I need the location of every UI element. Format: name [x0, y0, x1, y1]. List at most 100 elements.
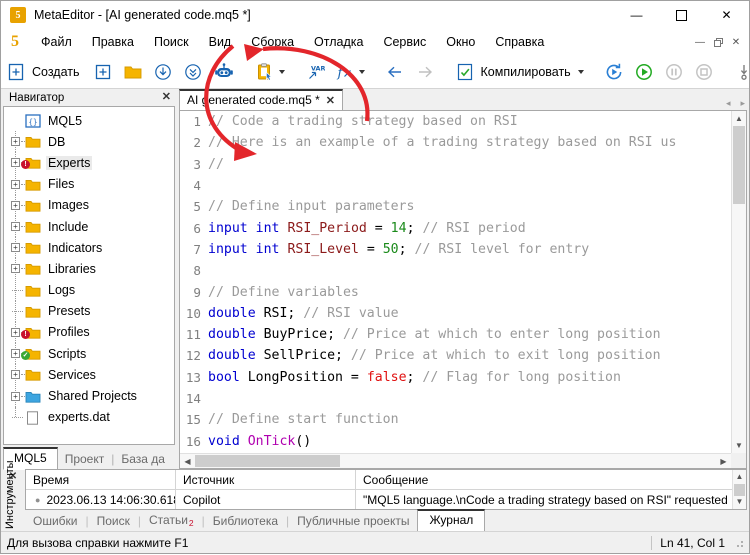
scroll-right-icon[interactable]: ▶ — [716, 454, 731, 469]
tree-item-include[interactable]: +Include — [4, 216, 174, 237]
code-line[interactable]: 6input int RSI_Period = 14; // RSI perio… — [180, 217, 731, 238]
column-header-time[interactable]: Время — [26, 470, 176, 490]
forward-button[interactable] — [411, 58, 439, 86]
expand-icon[interactable]: + — [11, 328, 20, 337]
scroll-down-icon[interactable]: ▼ — [732, 438, 746, 453]
editor-tab-ai-generated-code[interactable]: AI generated code.mq5 * ✕ — [179, 89, 343, 110]
expand-icon[interactable]: + — [11, 137, 20, 146]
journal-scroll-up-icon[interactable]: ▲ — [733, 470, 746, 484]
tree-item-db[interactable]: +DB — [4, 131, 174, 152]
tab-errors[interactable]: Ошибки — [25, 512, 86, 531]
journal-grid[interactable]: Время Источник Сообщение ●2023.06.13 14:… — [25, 469, 747, 510]
code-line[interactable]: 14 — [180, 388, 731, 409]
new-button[interactable] — [89, 58, 117, 86]
navigator-close-icon[interactable]: ✕ — [162, 92, 171, 103]
download-button[interactable] — [149, 58, 177, 86]
compile-dropdown-caret[interactable] — [578, 70, 584, 74]
code-line[interactable]: 12double SellPrice; // Price at which to… — [180, 345, 731, 366]
back-button[interactable] — [381, 58, 409, 86]
editor-tab-prev-icon[interactable]: ◂ — [726, 98, 731, 109]
tree-item-indicators[interactable]: +Indicators — [4, 237, 174, 258]
tree-item-presets[interactable]: Presets — [4, 301, 174, 322]
minimize-button[interactable]: — — [614, 1, 659, 29]
journal-scrollbar[interactable]: ▲ ▼ — [732, 470, 746, 509]
navigator-tab-project[interactable]: Проект — [58, 450, 112, 469]
resize-grip[interactable] — [733, 537, 745, 549]
tree-item-shared-projects[interactable]: +Shared Projects — [4, 385, 174, 406]
debug-run-button[interactable] — [630, 58, 658, 86]
expand-icon[interactable]: + — [11, 264, 20, 273]
column-header-message[interactable]: Сообщение — [356, 470, 746, 490]
menu-window[interactable]: Окно — [436, 32, 485, 52]
tab-library[interactable]: Библиотека — [205, 512, 286, 531]
menu-debug[interactable]: Отладка — [304, 32, 373, 52]
tab-articles[interactable]: Статьи2 — [141, 511, 202, 531]
scroll-left-icon[interactable]: ◀ — [180, 454, 195, 469]
table-row[interactable]: ●2023.06.13 14:06:30.618 Copilot "MQL5 l… — [26, 490, 746, 510]
menu-help[interactable]: Справка — [485, 32, 554, 52]
tree-item-files[interactable]: +Files — [4, 174, 174, 195]
tree-root-mql5[interactable]: {} MQL5 — [4, 110, 174, 131]
download-all-button[interactable] — [179, 58, 207, 86]
editor-horizontal-scrollbar[interactable]: ◀ ▶ — [180, 453, 731, 468]
compile-button[interactable]: Компилировать — [451, 58, 588, 86]
tab-search[interactable]: Поиск — [89, 512, 138, 531]
menu-build[interactable]: Сборка — [241, 32, 304, 52]
maximize-button[interactable] — [659, 1, 704, 29]
copilot-button[interactable] — [209, 58, 239, 86]
horizontal-scroll-thumb[interactable] — [195, 455, 340, 467]
column-header-source[interactable]: Источник — [176, 470, 356, 490]
expand-icon[interactable]: + — [11, 349, 20, 358]
debug-pause-button[interactable] — [660, 58, 688, 86]
mdi-minimize-button[interactable]: — — [691, 32, 709, 52]
code-line[interactable]: 9// Define variables — [180, 281, 731, 302]
expand-icon[interactable]: + — [11, 222, 20, 231]
vertical-scroll-thumb[interactable] — [733, 126, 745, 204]
open-folder-button[interactable] — [119, 58, 147, 86]
debug-restart-button[interactable] — [600, 58, 628, 86]
menu-tools[interactable]: Сервис — [373, 32, 436, 52]
menu-search[interactable]: Поиск — [144, 32, 199, 52]
code-line[interactable]: 13bool LongPosition = false; // Flag for… — [180, 367, 731, 388]
tab-journal[interactable]: Журнал — [417, 509, 485, 532]
code-line[interactable]: 16void OnTick() — [180, 430, 731, 451]
code-line[interactable]: 15// Define start function — [180, 409, 731, 430]
editor-tab-close-icon[interactable]: ✕ — [326, 94, 335, 107]
expand-icon[interactable]: + — [11, 243, 20, 252]
tree-item-logs[interactable]: Logs — [4, 280, 174, 301]
code-line[interactable]: 3// — [180, 154, 731, 175]
code-line[interactable]: 1// Code a trading strategy based on RSI — [180, 111, 731, 132]
step-into-button[interactable] — [730, 58, 750, 86]
tree-item-services[interactable]: +Services — [4, 364, 174, 385]
code-line[interactable]: 5// Define input parameters — [180, 196, 731, 217]
expand-icon[interactable]: + — [11, 201, 20, 210]
editor-body[interactable]: 1// Code a trading strategy based on RSI… — [179, 110, 747, 469]
code-line[interactable]: 2// Here is an example of a trading stra… — [180, 132, 731, 153]
code-line[interactable]: 10double RSI; // RSI value — [180, 303, 731, 324]
close-button[interactable]: ✕ — [704, 1, 749, 29]
code-line[interactable]: 4 — [180, 175, 731, 196]
clipboard-dropdown-caret[interactable] — [279, 70, 285, 74]
expand-icon[interactable]: + — [11, 158, 20, 167]
variables-button[interactable]: VAR — [301, 58, 329, 86]
tree-item-scripts[interactable]: +✓Scripts — [4, 343, 174, 364]
tree-item-experts[interactable]: +!Experts — [4, 152, 174, 173]
tree-item-experts-dat[interactable]: experts.dat — [4, 407, 174, 428]
navigator-tab-database[interactable]: База да — [114, 450, 172, 469]
journal-scroll-down-icon[interactable]: ▼ — [733, 495, 746, 509]
function-dropdown-caret[interactable] — [359, 70, 365, 74]
tree-item-images[interactable]: +Images — [4, 195, 174, 216]
menu-edit[interactable]: Правка — [82, 32, 144, 52]
code-line[interactable]: 7input int RSI_Level = 50; // RSI level … — [180, 239, 731, 260]
function-button[interactable]: f — [331, 58, 369, 86]
code-line[interactable]: 11double BuyPrice; // Price at which to … — [180, 324, 731, 345]
navigator-tree[interactable]: {} MQL5 +DB+!Experts+Files+Images+Includ… — [3, 106, 175, 445]
code-text[interactable]: 1// Code a trading strategy based on RSI… — [180, 111, 731, 453]
code-line[interactable]: 8 — [180, 260, 731, 281]
mdi-restore-button[interactable] — [709, 32, 727, 52]
editor-tab-next-icon[interactable]: ▸ — [740, 98, 745, 109]
editor-vertical-scrollbar[interactable]: ▲ ▼ — [731, 111, 746, 453]
mdi-close-button[interactable]: ✕ — [727, 32, 745, 52]
expand-icon[interactable]: + — [11, 180, 20, 189]
debug-stop-button[interactable] — [690, 58, 718, 86]
